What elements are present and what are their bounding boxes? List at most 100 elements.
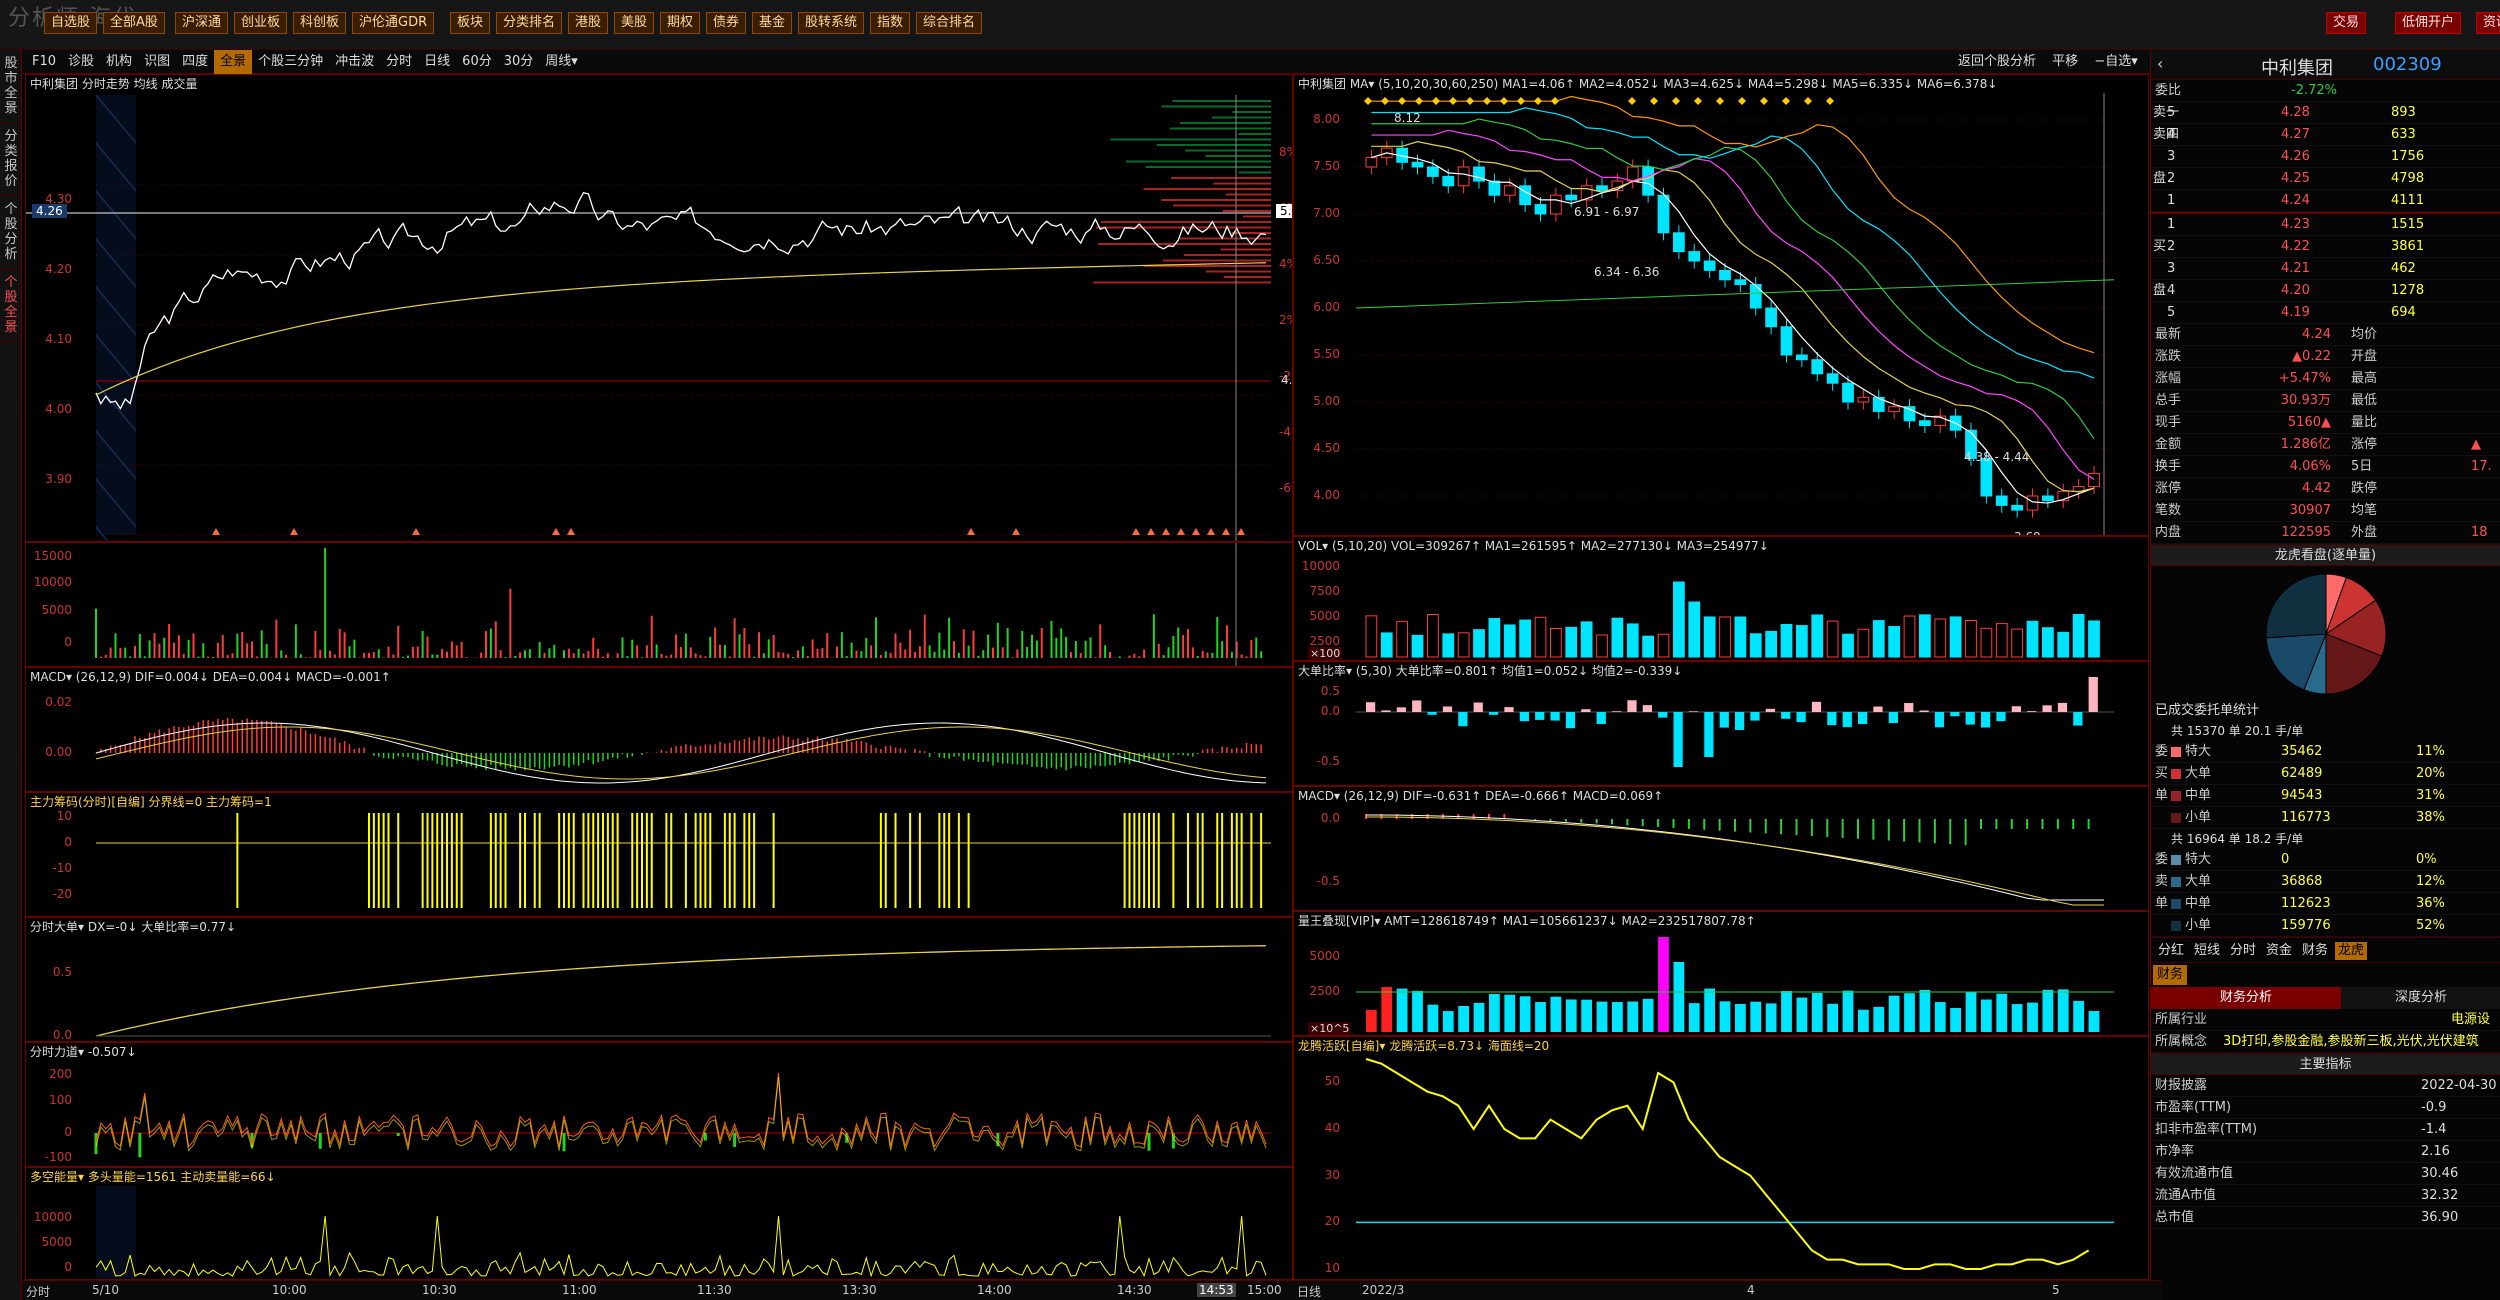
- bid-row[interactable]: 1 4.23 1515: [2151, 214, 2500, 236]
- menu-button-9[interactable]: 美股: [614, 12, 655, 34]
- tab-finance-header[interactable]: 财务: [2153, 965, 2188, 985]
- axis-tick: 0: [64, 1125, 72, 1139]
- deal-title: 已成交委托单统计: [2155, 703, 2260, 718]
- bid-row[interactable]: 3 4.21 462: [2151, 258, 2500, 280]
- menu-button-3[interactable]: 创业板: [234, 12, 288, 34]
- stat-row: 笔数 30907 均笔: [2151, 500, 2500, 522]
- toolbar-tab-11[interactable]: 30分: [498, 50, 540, 74]
- axis-tick: 8.00: [1313, 112, 1340, 126]
- indicator-row: 扣非市盈率(TTM) -1.4: [2151, 1119, 2500, 1141]
- ask-row[interactable]: 1 4.24 4111: [2151, 190, 2500, 212]
- menu-button-15[interactable]: 综合排名: [916, 12, 983, 34]
- toolbar-tab-4[interactable]: 四度: [176, 50, 214, 74]
- pct-tick: -6%: [1279, 481, 1292, 495]
- time-tick: 11:00: [562, 1283, 597, 1297]
- side-tab-category[interactable]: 分类报价: [0, 123, 22, 196]
- stock-name: 中利集团: [2261, 58, 2333, 79]
- quote-tab-0[interactable]: 分红: [2155, 942, 2187, 960]
- axis-tick: 10: [56, 809, 72, 823]
- prev-close-label: 4.02: [1281, 373, 1293, 387]
- side-tab-stock-analysis[interactable]: 个股分析: [0, 196, 22, 269]
- ask-row[interactable]: 卖一 5 4.28 893: [2151, 102, 2500, 124]
- time-tick: 10:30: [422, 1283, 457, 1297]
- menu-button-13[interactable]: 股转系统: [798, 12, 865, 34]
- side-tab-market[interactable]: 股市全景: [0, 50, 22, 123]
- axis-tick: 4.00: [45, 402, 72, 416]
- quote-tab-1[interactable]: 短线: [2191, 942, 2223, 960]
- menu-button-7[interactable]: 分类排名: [496, 12, 563, 34]
- toolbar-tab-7[interactable]: 冲击波: [329, 50, 380, 74]
- daily-amount-pane-header: 量王叠现[VIP]▾ AMT=128618749↑ MA1=105661237↓…: [1298, 914, 1756, 928]
- tab-finance-analysis[interactable]: 财务分析: [2151, 987, 2341, 1009]
- price-annotation: 6.91 - 6.97: [1574, 205, 1640, 219]
- stat-row: 内盘 122595 外盘 18: [2151, 522, 2500, 544]
- industry-value: 电源设: [2451, 1012, 2491, 1027]
- toolbar-tab-6[interactable]: 个股三分钟: [252, 50, 329, 74]
- bid-row[interactable]: 盘 4 4.20 1278: [2151, 280, 2500, 302]
- ask-row[interactable]: 卖四 4 4.27 633: [2151, 124, 2500, 146]
- watchlist-dropdown[interactable]: −自选▾: [2088, 50, 2143, 74]
- side-tab-stock-overview[interactable]: 个股全景: [0, 269, 22, 342]
- open-account-button[interactable]: 低佣开户: [2395, 12, 2462, 34]
- axis-tick: 2500: [1309, 634, 1340, 648]
- indicator-row: 总市值 36.90: [2151, 1207, 2500, 1229]
- toolbar-tab-2[interactable]: 机构: [100, 50, 138, 74]
- menu-button-0[interactable]: 自选股: [44, 12, 98, 34]
- menu-button-12[interactable]: 基金: [752, 12, 793, 34]
- ask-row[interactable]: 3 4.26 1756: [2151, 146, 2500, 168]
- pie-slice: [2265, 573, 2327, 639]
- axis-tick: 20: [1324, 1214, 1340, 1229]
- menu-button-10[interactable]: 期权: [660, 12, 701, 34]
- toolbar-tab-8[interactable]: 分时: [380, 50, 418, 74]
- quote-tab-2[interactable]: 分时: [2227, 942, 2259, 960]
- menu-button-14[interactable]: 指数: [870, 12, 911, 34]
- pan-button[interactable]: 平移: [2046, 50, 2084, 74]
- quote-tab-5[interactable]: 龙虎: [2335, 942, 2368, 960]
- tab-deep-analysis[interactable]: 深度分析: [2341, 987, 2500, 1009]
- intraday-ld-pane-header: 分时力道▾ -0.507↓: [30, 1045, 137, 1059]
- axis-tick: 4.00: [1313, 488, 1340, 502]
- toolbar-tab-9[interactable]: 日线: [418, 50, 456, 74]
- ask-row[interactable]: 盘 2 4.25 4798: [2151, 168, 2500, 190]
- pct-tick: -4%: [1279, 425, 1292, 439]
- time-tick: 11:30: [697, 1283, 732, 1297]
- axis-tick: 6.00: [1313, 300, 1340, 314]
- toolbar-tab-3[interactable]: 识图: [138, 50, 176, 74]
- bid-row[interactable]: 5 4.19 694: [2151, 302, 2500, 324]
- menu-button-4[interactable]: 科创板: [293, 12, 347, 34]
- trade-button[interactable]: 交易: [2326, 12, 2367, 34]
- axis-tick: 7.50: [1313, 159, 1340, 173]
- daily-time-tick: 5: [2052, 1283, 2060, 1297]
- toolbar-tab-12[interactable]: 周线▾: [539, 50, 584, 74]
- axis-tick: 4.20: [45, 262, 72, 276]
- menu-button-8[interactable]: 港股: [568, 12, 609, 34]
- axis-tick: 5000: [41, 1235, 72, 1249]
- order-stat-row: 小单 159776 52%: [2151, 915, 2500, 937]
- menu-button-5[interactable]: 沪伦通GDR: [352, 12, 435, 34]
- price-annotation: 6.34 - 6.36: [1594, 265, 1660, 279]
- daily-mode-label[interactable]: 日线: [1297, 1283, 1321, 1300]
- axis-tick: 5000: [1309, 949, 1340, 963]
- menu-button-6[interactable]: 板块: [450, 12, 491, 34]
- bid-row[interactable]: 买 2 4.22 3861: [2151, 236, 2500, 258]
- intraday-zl-pane: 主力筹码(分时)[自编] 分界线=0 主力筹码=1 10 0 -10 -20: [25, 792, 1293, 917]
- axis-tick: 5.50: [1313, 347, 1340, 361]
- back-to-analysis-button[interactable]: 返回个股分析: [1952, 50, 2042, 74]
- toolbar-tab-10[interactable]: 60分: [456, 50, 498, 74]
- time-mode-label[interactable]: 分时: [26, 1283, 50, 1300]
- news-button[interactable]: 资讯: [2476, 12, 2500, 34]
- menu-button-11[interactable]: 债券: [706, 12, 747, 34]
- axis-tick: 3.90: [45, 472, 72, 486]
- toolbar-tab-0[interactable]: F10: [26, 50, 62, 74]
- toolbar-tab-1[interactable]: 诊股: [62, 50, 100, 74]
- quote-tab-4[interactable]: 财务: [2299, 942, 2331, 960]
- toolbar-tab-5[interactable]: 全景: [214, 50, 253, 74]
- menu-button-2[interactable]: 沪深通: [175, 12, 229, 34]
- time-tick: 14:00: [977, 1283, 1012, 1297]
- back-icon[interactable]: ‹: [2157, 54, 2163, 73]
- order-stat-row: 卖大单 36868 12%: [2151, 871, 2500, 893]
- quote-tab-3[interactable]: 资金: [2263, 942, 2295, 960]
- menu-button-1[interactable]: 全部A股: [103, 12, 165, 34]
- axis-tick: 2500: [1309, 984, 1340, 998]
- axis-tick: 0.0: [52, 1028, 72, 1042]
